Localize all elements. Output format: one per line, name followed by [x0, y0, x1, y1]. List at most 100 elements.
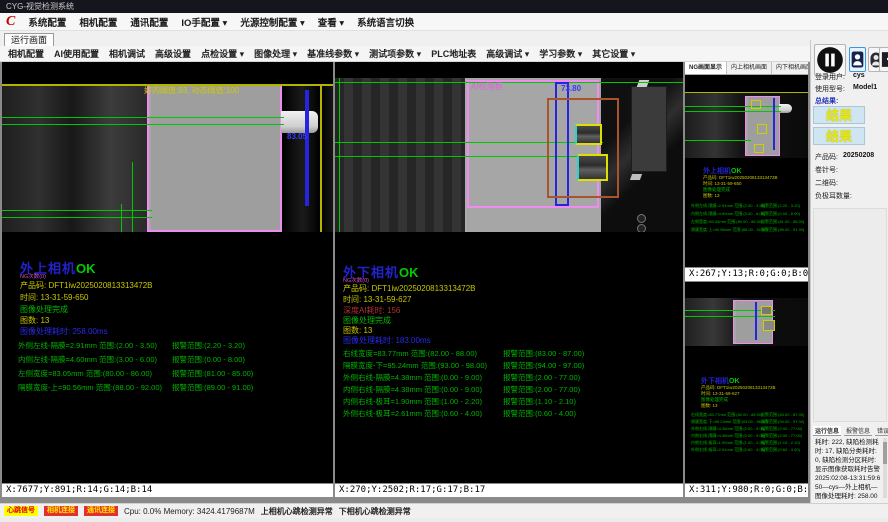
result-box-top: 结果 [813, 106, 865, 124]
width-value-label: 73.80 [561, 84, 581, 93]
menu-language-switch[interactable]: 系统语言切换 [357, 15, 414, 29]
mini-camera-image[interactable] [685, 92, 808, 158]
measure-line-green-vertical [339, 78, 340, 232]
mini-measure-row: 内侧右线-极耳=1.90mm 范围:(1.00 - 2.20) [691, 440, 765, 446]
empty-list-area [813, 208, 887, 422]
time-line: 时间: 13-31-59-627 [343, 294, 411, 305]
measure-line-green [685, 111, 781, 112]
tool-advanced-debug[interactable]: 高级调试 ▾ [486, 47, 529, 60]
cursor-pixel-readout: X:7677;Y:891;R:14;G:14;B:14 [2, 483, 333, 497]
mini-frames-line: 图数: 13 [703, 193, 720, 199]
mini-measure-row: 外侧右线-极耳=2.61mm 范围:(0.60 - 4.00) [691, 447, 765, 453]
tool-camera-config[interactable]: 相机配置 [8, 47, 44, 60]
time-line: 时间: 13-31-59-650 [20, 292, 88, 303]
alarm-range: 报警范围:(0.00 - 8.00) [172, 354, 245, 365]
machine-background [335, 78, 465, 232]
tool-test-params[interactable]: 测试项参数 ▾ [369, 47, 421, 60]
camera-name: 外下相机 [701, 378, 729, 385]
left-camera-image[interactable]: 好的阈值:93, 动态阈值:100 83.05 [2, 84, 333, 232]
threshold-label: 好的阈值:93, 动态阈值:100 [144, 85, 239, 96]
result-ok-badge: OK [76, 261, 96, 276]
mini-tab-strip: NG画面显示 内上相机画面 内下相机画面 [685, 62, 808, 75]
alarm-range: 报警范围:(89.00 - 91.00) [172, 382, 253, 393]
tool-learning-params[interactable]: 学习参数 ▾ [539, 47, 582, 60]
cursor-pixel-readout: X:311;Y:980;R:0;G:0;B:0 [685, 483, 808, 497]
left-camera-panel[interactable]: 好的阈值:93, 动态阈值:100 83.05 外上相机OK NG次数(0) 产… [2, 62, 333, 497]
tab-inner-top-camera[interactable]: 内上相机画面 [727, 62, 772, 74]
tool-advanced-settings[interactable]: 高级设置 [155, 47, 191, 60]
tool-plc-address[interactable]: PLC地址表 [431, 47, 476, 60]
log-scrollbar-thumb[interactable] [883, 442, 887, 464]
cpu-memory-readout: Cpu: 0.0% Memory: 3424.4179687M [124, 507, 255, 516]
tab-count-label: 负极耳数量: [815, 191, 852, 201]
width-measure-bar [773, 98, 775, 150]
ng-display-panel[interactable]: NG画面显示 内上相机画面 内下相机画面 外上相机OK 产品码: DFT1iw2… [685, 62, 808, 281]
alarm-range: 报警范围:(83.00 - 87.00) [503, 348, 584, 359]
tab-run-info[interactable]: 运行信息 [813, 426, 841, 436]
alarm-range: 报警范围:(81.00 - 85.00) [172, 368, 253, 379]
second-mini-panel[interactable]: 外下相机OK 产品码: DFT1iw2025020813313472B 时间: … [685, 282, 808, 497]
tool-camera-debug[interactable]: 相机调试 [109, 47, 145, 60]
title-bar: CYG-视觉检测系统 [0, 0, 888, 13]
model-label: 使用型号: [815, 84, 845, 94]
tab-error-info[interactable]: 错误信息 [875, 426, 888, 436]
machine-fixture [631, 86, 667, 172]
measure-row: 外侧右线-极耳=2.61mm 范围:(0.60 - 4.00) [343, 408, 482, 419]
mini-alarm-range: 报警范围:(2.20 - 3.20) [761, 203, 800, 209]
menu-comm-config[interactable]: 通讯配置 [130, 15, 168, 29]
tab-inner-bottom-camera[interactable]: 内下相机画面 [772, 62, 808, 74]
ai-roi-label: AI检测框 [471, 81, 503, 92]
menu-io-config[interactable]: IO手配置 ▾ [181, 15, 227, 29]
frame-count-line: 图数: 13 [20, 315, 49, 326]
tool-baseline-params[interactable]: 基准线参数 ▾ [307, 47, 359, 60]
measure-row: 左侧宽度=83.05mm 范围:(80.00 - 86.00) [18, 368, 152, 379]
exit-button[interactable] [879, 47, 888, 72]
exit-door-icon [880, 51, 888, 68]
pause-icon [816, 46, 844, 74]
tool-image-process[interactable]: 图像处理 ▾ [254, 47, 297, 60]
mini-camera-image[interactable] [685, 298, 808, 346]
camera-link-badge: 相机连接 [44, 506, 78, 516]
mini-defect-box [751, 100, 761, 109]
mini-alarm-range: 报警范围:(2.00 - 77.00) [761, 426, 802, 432]
comm-link-badge: 通讯连接 [84, 506, 118, 516]
menu-light-config[interactable]: 光源控制配置 ▾ [240, 15, 304, 29]
width-value-label: 83.05 [287, 132, 307, 141]
mini-alarm-range: 报警范围:(89.00 - 91.00) [761, 227, 804, 233]
heartbeat-badge: 心跳信号 [4, 506, 38, 516]
mini-alarm-range: 报警范围:(83.00 - 87.00) [761, 412, 804, 418]
reference-line-yellow [685, 92, 808, 93]
measure-line-green [2, 217, 152, 218]
log-scrollbar[interactable] [883, 438, 887, 498]
detect-zone-box [547, 98, 619, 198]
middle-camera-panel[interactable]: AI检测框 73.80 外下相机OK NG次数(0) 产品码: DFT1iw20… [335, 62, 683, 497]
menu-camera-config[interactable]: 相机配置 [79, 15, 117, 29]
menu-view[interactable]: 查看 ▾ [318, 15, 344, 29]
run-log-text: 耗时: 222, 缺陷检测耗时: 17, 缺陷分类耗时: 0, 缺陷检测分区耗时… [815, 438, 881, 510]
model-value[interactable]: Model1 [853, 84, 877, 91]
tab-ng-display[interactable]: NG画面显示 [685, 62, 727, 74]
measure-line-green [685, 316, 775, 317]
measure-row: 外侧右线-隔膜=4.38mm 范围:(0.00 - 9.00) [343, 372, 482, 383]
tool-other-settings[interactable]: 其它设置 ▾ [592, 47, 635, 60]
login-user-label: 登录用户: [815, 72, 845, 82]
alarm-range: 报警范围:(2.00 - 77.00) [503, 384, 580, 395]
measure-row: 隔膜宽度-下=95.24mm 范围:(93.00 - 98.00) [343, 360, 487, 371]
mini-measure-row: 隔膜宽度-上=90.56mm 范围:(88.00 - 92.00) [691, 227, 768, 233]
tool-spot-check[interactable]: 点检设置 ▾ [201, 47, 244, 60]
middle-camera-image[interactable]: AI检测框 73.80 [335, 78, 683, 232]
upper-camera-warning: 上相机心跳检测异常 [261, 506, 333, 517]
measure-row: 内侧右线-隔膜=4.38mm 范围:(0.00 - 9.00) [343, 384, 482, 395]
user-icon [851, 51, 864, 68]
menu-system-config[interactable]: 系统配置 [28, 15, 66, 29]
measure-row: 隔膜宽度-上=90.56mm 范围:(88.00 - 92.00) [18, 382, 162, 393]
login-user-button[interactable] [849, 47, 866, 72]
tool-ai-usage-config[interactable]: AI使用配置 [54, 47, 99, 60]
product-code-value: 20250208 [843, 152, 874, 159]
cursor-pixel-readout: X:267;Y:13;R:0;G:0;B:0 [685, 267, 808, 281]
tab-defect-box [575, 124, 602, 145]
cursor-pixel-readout: X:270;Y:2502;R:17;G:17;B:17 [335, 483, 683, 497]
mini-measure-row: 右线宽度=83.77mm 范围:(82.00 - 88.00) [691, 412, 762, 418]
mini-defect-box [763, 320, 775, 331]
tab-alarm-info[interactable]: 报警信息 [844, 426, 872, 436]
